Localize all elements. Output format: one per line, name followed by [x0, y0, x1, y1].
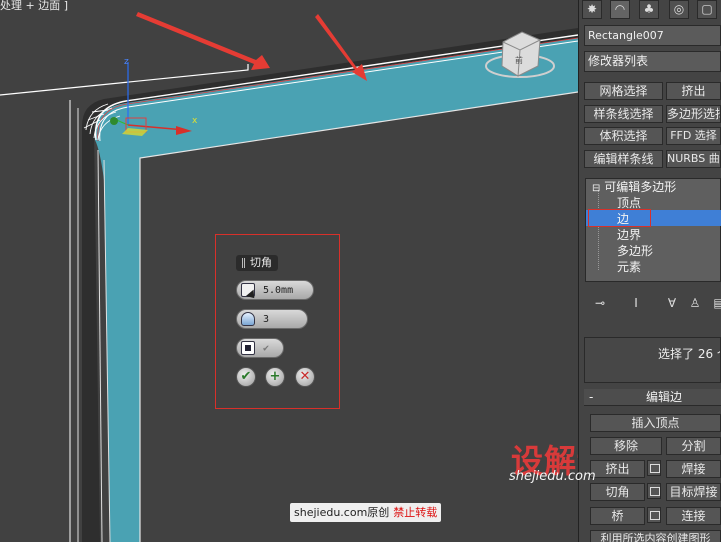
- chamfer-amount-value[interactable]: 5.0mm: [263, 285, 293, 296]
- selection-info: 选择了 26 个边: [584, 337, 721, 383]
- weld-button[interactable]: 焊接: [666, 460, 721, 478]
- insert-vertex-button[interactable]: 插入顶点: [590, 414, 721, 432]
- ok-button[interactable]: ✔: [236, 367, 256, 387]
- checkmark-icon: ✔: [263, 342, 270, 354]
- bridge-settings-icon[interactable]: [647, 507, 661, 523]
- stack-root-label: 可编辑多边形: [604, 180, 677, 194]
- chamfer-amount-field[interactable]: 5.0mm: [236, 280, 314, 300]
- plus-icon: +: [269, 369, 281, 384]
- watermark-site: shejiedu.com原创: [294, 506, 390, 519]
- show-end-result-icon[interactable]: I: [629, 295, 643, 311]
- segments-icon: [241, 312, 255, 326]
- nurbs-surface-button[interactable]: NURBS 曲面: [666, 150, 721, 168]
- mesh-select-button[interactable]: 网格选择: [584, 82, 663, 100]
- watermark-notice: 禁止转载: [393, 506, 438, 519]
- annotation-arrow-1: [136, 12, 270, 70]
- remove-button[interactable]: 移除: [590, 437, 662, 455]
- bridge-button[interactable]: 桥: [590, 507, 645, 525]
- hierarchy-icon[interactable]: ♣: [639, 0, 659, 19]
- watermark-bar: shejiedu.com原创 禁止转载: [290, 503, 442, 522]
- remove-modifier-icon[interactable]: ♙: [688, 295, 702, 311]
- make-unique-icon[interactable]: ∀: [665, 295, 679, 311]
- create-icon[interactable]: ✸: [582, 0, 602, 19]
- open-chamfer-toggle[interactable]: ✔: [236, 338, 284, 358]
- chamfer-segments-field[interactable]: 3: [236, 309, 308, 329]
- motion-icon[interactable]: ◎: [669, 0, 689, 19]
- stack-tree-lines: [598, 190, 618, 270]
- connect-button[interactable]: 连接: [666, 507, 721, 525]
- grip-icon[interactable]: [242, 258, 245, 268]
- ffd-select-button[interactable]: FFD 选择: [666, 127, 721, 145]
- perspective-viewport[interactable]: 处理 + 边面 ] z x 前 切角 5.0mm 3 ✔ ✔ + ✕ 设解 sh…: [0, 0, 578, 542]
- target-weld-button[interactable]: 目标焊接: [666, 483, 721, 501]
- poly-select-button[interactable]: 多边形选择: [666, 105, 721, 123]
- chamfer-button[interactable]: 切角: [590, 483, 645, 501]
- chamfer-segments-value[interactable]: 3: [263, 314, 269, 325]
- split-button[interactable]: 分割: [666, 437, 721, 455]
- open-chamfer-icon: [241, 341, 255, 355]
- rollout-collapse-icon[interactable]: -: [589, 389, 593, 406]
- stack-item-element[interactable]: 元素: [617, 259, 641, 275]
- chamfer-amount-icon: [241, 283, 255, 297]
- rollout-title: 编辑边: [646, 390, 683, 404]
- stack-item-polygon[interactable]: 多边形: [617, 243, 653, 259]
- extrude-settings-icon[interactable]: [647, 460, 661, 476]
- configure-sets-icon[interactable]: ▤: [712, 295, 721, 311]
- extrude-modifier-button[interactable]: 挤出: [666, 82, 721, 100]
- svg-text:z: z: [124, 57, 129, 67]
- object-name-field[interactable]: Rectangle007: [584, 25, 721, 46]
- pin-stack-icon[interactable]: ⊸: [593, 295, 607, 311]
- apply-continue-button[interactable]: +: [265, 367, 285, 387]
- modify-icon[interactable]: ◠: [610, 0, 630, 19]
- collapse-icon[interactable]: ⊟: [592, 183, 600, 194]
- watermark-url: shejiedu.com: [509, 469, 596, 484]
- check-icon: ✔: [240, 369, 252, 384]
- svg-text:前: 前: [515, 55, 523, 65]
- edge-annotation-box: [588, 209, 651, 227]
- close-icon: ✕: [299, 369, 311, 384]
- spline-select-button[interactable]: 样条线选择: [584, 105, 663, 123]
- edit-spline-button[interactable]: 编辑样条线: [584, 150, 663, 168]
- chamfer-settings-icon[interactable]: [647, 483, 661, 499]
- svg-text:x: x: [192, 116, 198, 126]
- extrude-button[interactable]: 挤出: [590, 460, 645, 478]
- volume-select-button[interactable]: 体积选择: [584, 127, 663, 145]
- display-icon[interactable]: ▢: [697, 0, 717, 19]
- stack-item-border[interactable]: 边界: [617, 227, 641, 243]
- modifier-list-dropdown[interactable]: 修改器列表: [584, 51, 721, 72]
- chamfer-caddy-title[interactable]: 切角: [236, 255, 278, 271]
- chamfer-caddy-title-label: 切角: [250, 256, 272, 269]
- create-shape-button[interactable]: 利用所选内容创建图形: [590, 530, 721, 542]
- edit-edges-rollout-header[interactable]: - 编辑边: [584, 389, 721, 406]
- cancel-button[interactable]: ✕: [295, 367, 315, 387]
